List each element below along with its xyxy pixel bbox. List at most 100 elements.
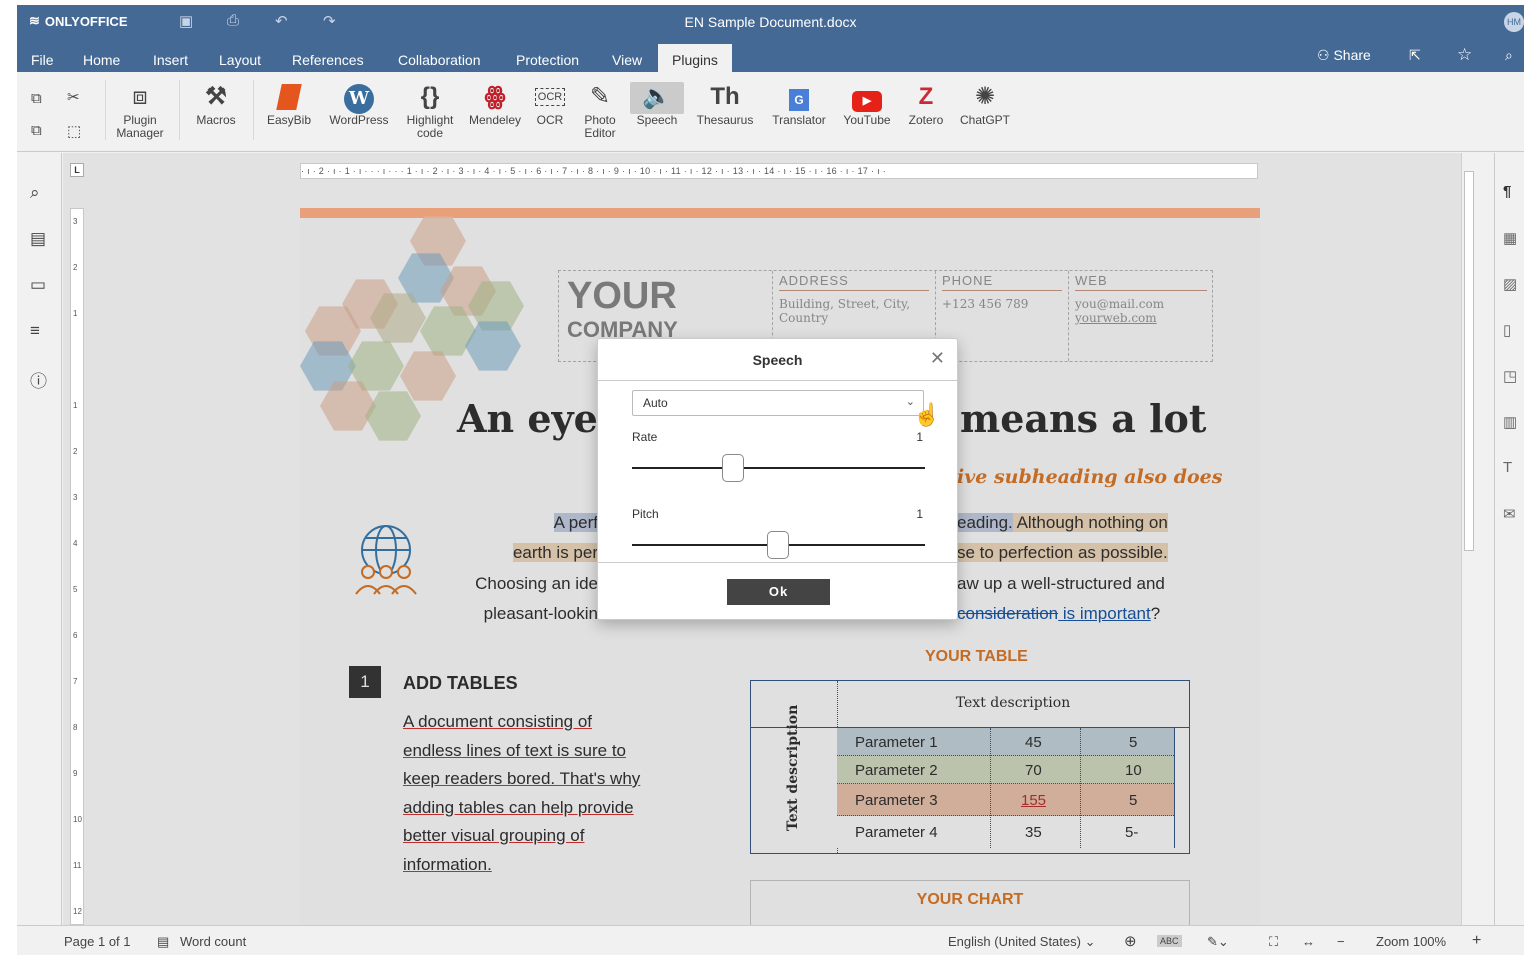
- easybib-button[interactable]: EasyBib: [263, 82, 315, 127]
- speech-button[interactable]: 🔈 Speech: [630, 82, 684, 127]
- pitch-slider-handle[interactable]: [767, 531, 789, 559]
- vertical-ruler[interactable]: 3 2 1 1 2 3 4 5 6 7 8 9 10 11 12: [70, 208, 84, 925]
- thesaurus-button[interactable]: Th Thesaurus: [692, 82, 758, 127]
- spellcheck-icon[interactable]: ABC: [1157, 935, 1182, 947]
- dialog-divider: [598, 562, 957, 563]
- ruler-mark: 7: [73, 677, 78, 686]
- tab-layout[interactable]: Layout: [205, 44, 275, 72]
- voice-select[interactable]: Auto ⌄: [632, 390, 924, 416]
- language-select[interactable]: English (United States) ⌄: [948, 934, 1095, 950]
- image-settings-icon[interactable]: ▨: [1503, 275, 1517, 293]
- translator-button[interactable]: G Translator: [767, 82, 831, 127]
- dialog-divider: [598, 380, 957, 381]
- braces-icon: {}: [420, 83, 440, 110]
- chatgpt-label: ChatGPT: [959, 113, 1010, 127]
- globe-icon[interactable]: ⊕: [1124, 932, 1137, 950]
- rate-slider[interactable]: [632, 467, 925, 469]
- tab-view[interactable]: View: [598, 44, 656, 72]
- dialog-title: Speech: [752, 352, 803, 368]
- macros-button[interactable]: ⚒ Macros: [192, 82, 240, 127]
- zotero-button[interactable]: Z Zotero: [903, 82, 949, 127]
- find-icon[interactable]: ⌕: [30, 183, 40, 203]
- track-changes-icon[interactable]: ✎⌄: [1207, 934, 1229, 950]
- zoom-level[interactable]: Zoom 100%: [1376, 934, 1446, 949]
- scrollbar-thumb[interactable]: [1464, 171, 1474, 551]
- word-count-button[interactable]: Word count: [180, 934, 246, 949]
- chat-icon[interactable]: ▭: [30, 275, 46, 295]
- wordpress-icon: W: [325, 82, 393, 114]
- zoom-out-icon[interactable]: −: [1337, 934, 1345, 949]
- toolbar-separator: [105, 80, 106, 140]
- textart-settings-icon[interactable]: T: [1503, 459, 1512, 476]
- tab-plugins[interactable]: Plugins: [658, 44, 732, 72]
- tab-file[interactable]: File: [17, 44, 68, 72]
- user-avatar[interactable]: HM: [1504, 12, 1524, 32]
- rate-value: 1: [916, 430, 923, 444]
- tab-protection[interactable]: Protection: [502, 44, 593, 72]
- highlight-code-button[interactable]: {} Highlight code: [403, 82, 457, 140]
- easybib-label: EasyBib: [266, 113, 312, 127]
- paragraph-settings-icon[interactable]: ¶: [1503, 183, 1511, 200]
- tab-home[interactable]: Home: [69, 44, 134, 72]
- copy-icon[interactable]: ⧉: [31, 90, 42, 107]
- tools-icon: ⚒: [205, 83, 227, 110]
- ruler-mark: 9: [73, 769, 78, 778]
- pitch-label: Pitch: [632, 507, 659, 521]
- pitch-value: 1: [916, 507, 923, 521]
- ocr-button[interactable]: OCR OCR: [533, 82, 567, 127]
- favorite-icon[interactable]: ☆: [1457, 45, 1472, 65]
- fit-width-icon[interactable]: ↔: [1302, 934, 1315, 949]
- ruler-mark: 1: [73, 309, 78, 318]
- navigation-icon[interactable]: ≡: [30, 321, 40, 341]
- shape-settings-icon[interactable]: ◳: [1503, 367, 1517, 385]
- language-label: English (United States): [948, 934, 1081, 949]
- rate-slider-handle[interactable]: [722, 454, 744, 482]
- about-icon[interactable]: ⓘ: [30, 367, 47, 392]
- close-icon[interactable]: ✕: [930, 348, 945, 369]
- fit-page-icon[interactable]: ⛶: [1269, 934, 1278, 950]
- open-location-icon[interactable]: ⇱: [1409, 47, 1421, 64]
- thesaurus-label: Thesaurus: [696, 113, 754, 127]
- status-bar: Page 1 of 1 ▤ Word count English (United…: [17, 925, 1524, 955]
- ruler-mark: 3: [73, 217, 78, 226]
- ruler-mark: 4: [73, 539, 78, 548]
- comments-icon[interactable]: ▤: [30, 229, 46, 249]
- ruler-mark: 2: [73, 447, 78, 456]
- search-icon[interactable]: ⌕: [1505, 47, 1513, 64]
- plugins-toolbar: ⧉ ✂ ⧉ ⬚ ⧈ Plugin Manager ⚒ Macros EasyBi…: [17, 72, 1524, 152]
- photo-editor-button[interactable]: ✎ Photo Editor: [575, 82, 625, 140]
- vertical-scrollbar[interactable]: [1461, 153, 1475, 925]
- plugin-manager-button[interactable]: ⧈ Plugin Manager: [114, 82, 166, 140]
- mendeley-button[interactable]: ꙮ Mendeley: [466, 82, 524, 127]
- cut-icon[interactable]: ✂: [67, 88, 80, 106]
- tab-insert[interactable]: Insert: [139, 44, 202, 72]
- hand-cursor-icon: ☝: [913, 402, 941, 427]
- photo-editor-label: Photo Editor: [584, 113, 616, 140]
- ok-button[interactable]: Ok: [727, 579, 830, 605]
- header-footer-icon[interactable]: ▯: [1503, 321, 1511, 339]
- menu-bar: File Home Insert Layout References Colla…: [17, 38, 1524, 72]
- translate-icon: G: [767, 82, 831, 114]
- plugin-manager-label: Plugin Manager: [116, 113, 164, 140]
- chart-settings-icon[interactable]: ▥: [1503, 413, 1517, 431]
- horizontal-ruler[interactable]: · ı · 2 · ı · 1 · ı · · · ı · · · 1 · ı …: [300, 163, 1258, 179]
- mail-merge-icon[interactable]: ✉: [1503, 505, 1516, 523]
- tab-stop-selector[interactable]: L: [70, 163, 84, 177]
- share-button[interactable]: ⚇ Share: [1317, 47, 1371, 64]
- tab-collaboration[interactable]: Collaboration: [384, 44, 495, 72]
- highlight-code-label: Highlight code: [406, 113, 454, 140]
- zotero-icon: Z: [918, 83, 934, 110]
- select-all-icon[interactable]: ⬚: [67, 122, 81, 140]
- youtube-button[interactable]: ▶ YouTube: [839, 82, 895, 127]
- zotero-label: Zotero: [908, 113, 944, 127]
- tab-references[interactable]: References: [278, 44, 378, 72]
- speech-label: Speech: [636, 113, 678, 127]
- zoom-in-icon[interactable]: +: [1472, 932, 1481, 950]
- paste-icon[interactable]: ⧉: [31, 122, 42, 139]
- photo-editor-icon: ✎: [589, 83, 611, 110]
- share-label: Share: [1333, 47, 1371, 63]
- page-indicator[interactable]: Page 1 of 1: [64, 934, 131, 949]
- wordpress-button[interactable]: W WordPress: [325, 82, 393, 127]
- table-settings-icon[interactable]: ▦: [1503, 229, 1517, 247]
- chatgpt-button[interactable]: ✺ ChatGPT: [957, 82, 1013, 127]
